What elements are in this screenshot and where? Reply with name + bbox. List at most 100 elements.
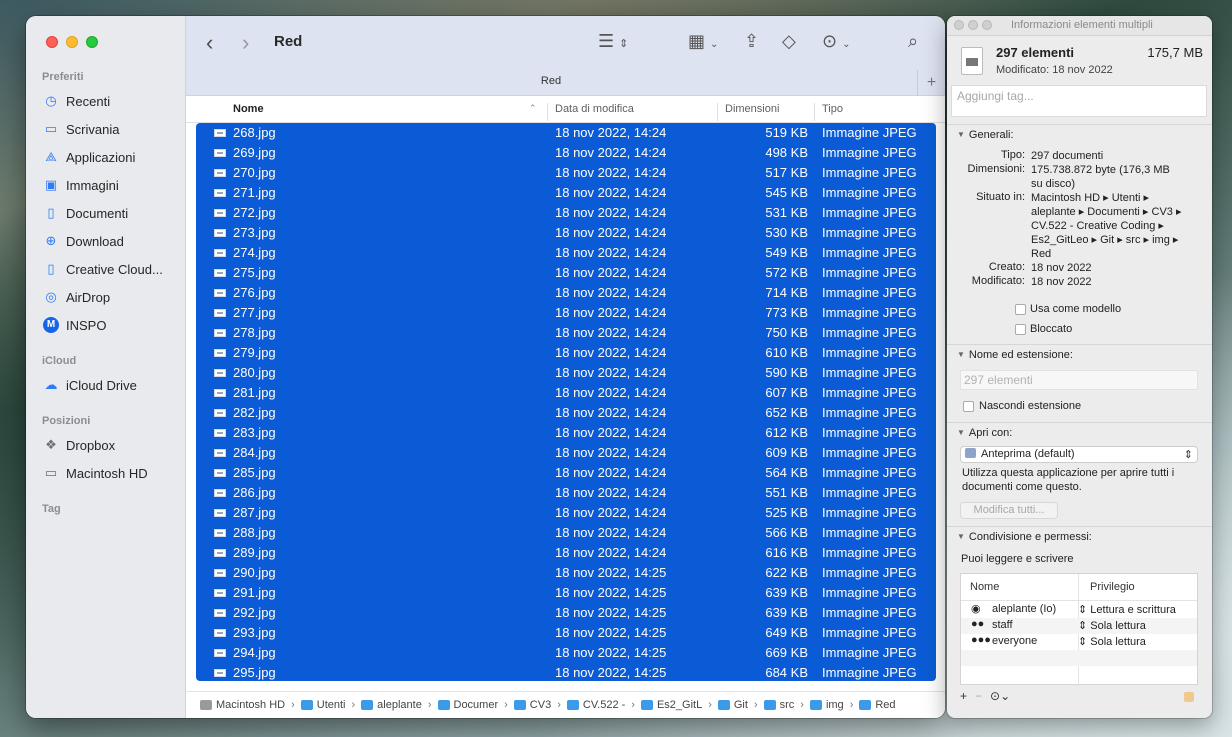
share-icon[interactable]: ⇪ — [744, 31, 759, 52]
path-segment[interactable]: CV3 — [513, 699, 552, 711]
file-row[interactable]: 294.jpg 18 nov 2022, 14:25 669 KB Immagine … — [196, 643, 936, 663]
close-button[interactable] — [954, 20, 964, 30]
name-field[interactable]: 297 elementi — [960, 370, 1198, 390]
file-row[interactable]: 288.jpg 18 nov 2022, 14:24 566 KB Immagine … — [196, 523, 936, 543]
path-label: CV3 — [529, 699, 552, 711]
path-segment[interactable]: Es2_GitL — [640, 699, 702, 711]
zoom-button[interactable] — [86, 36, 98, 48]
file-row[interactable]: 273.jpg 18 nov 2022, 14:24 530 KB Immagine … — [196, 223, 936, 243]
more-actions-icon[interactable]: ⊙ ⌄ — [822, 31, 850, 52]
file-row[interactable]: 269.jpg 18 nov 2022, 14:24 498 KB Immagine … — [196, 143, 936, 163]
sidebar-item-dropbox[interactable]: ❖ Dropbox — [42, 433, 178, 457]
file-row[interactable]: 292.jpg 18 nov 2022, 14:25 639 KB Immagine … — [196, 603, 936, 623]
path-segment[interactable]: Red — [859, 699, 896, 711]
sidebar-item-icloud-drive[interactable]: ☁ iCloud Drive — [42, 373, 178, 397]
file-row[interactable]: 287.jpg 18 nov 2022, 14:24 525 KB Immagine … — [196, 503, 936, 523]
sidebar-item-scrivania[interactable]: ▭ Scrivania — [42, 117, 178, 141]
path-segment[interactable]: Documer — [437, 699, 498, 711]
forward-button[interactable]: › — [242, 30, 249, 56]
file-row[interactable]: 275.jpg 18 nov 2022, 14:24 572 KB Immagine … — [196, 263, 936, 283]
file-row[interactable]: 279.jpg 18 nov 2022, 14:24 610 KB Immagine … — [196, 343, 936, 363]
permission-row[interactable]: ◉ aleplante (Io) ⇕ Lettura e scrittura — [961, 602, 1197, 618]
new-tab-button[interactable]: + — [917, 70, 945, 96]
permission-select[interactable]: ⇕ Sola lettura — [1078, 635, 1146, 648]
path-segment[interactable]: Utenti — [300, 699, 346, 711]
group-grid-icon[interactable]: ▦ ⌄ — [688, 31, 718, 52]
sharing-section-title[interactable]: ▼ Condivisione e permessi: — [957, 531, 1092, 543]
file-row[interactable]: 271.jpg 18 nov 2022, 14:24 545 KB Immagine … — [196, 183, 936, 203]
sidebar-item-applicazioni[interactable]: ⟁ Applicazioni — [42, 145, 178, 169]
sidebar-item-immagini[interactable]: ▣ Immagini — [42, 173, 178, 197]
file-row[interactable]: 289.jpg 18 nov 2022, 14:24 616 KB Immagine … — [196, 543, 936, 563]
file-name: 271.jpg — [233, 185, 276, 200]
column-privilege[interactable]: Privilegio — [1090, 581, 1135, 593]
permission-select[interactable]: ⇕ Lettura e scrittura — [1078, 603, 1176, 616]
column-type[interactable]: Tipo — [822, 103, 843, 115]
name-section-title[interactable]: ▼ Nome ed estensione: — [957, 349, 1073, 361]
hide-extension-checkbox[interactable] — [963, 401, 974, 412]
path-segment[interactable]: Macintosh HD — [200, 699, 285, 711]
permission-row[interactable]: ●● staff ⇕ Sola lettura — [961, 618, 1197, 634]
tag-icon[interactable]: ◇ — [782, 31, 796, 52]
sidebar-item-macintosh-hd[interactable]: ▭ Macintosh HD — [42, 461, 178, 485]
file-row[interactable]: 268.jpg 18 nov 2022, 14:24 519 KB Immagine … — [196, 123, 936, 143]
sidebar-item-airdrop[interactable]: ◎ AirDrop — [42, 285, 178, 309]
column-date[interactable]: Data di modifica — [555, 103, 634, 115]
file-row[interactable]: 283.jpg 18 nov 2022, 14:24 612 KB Immagine … — [196, 423, 936, 443]
general-section-title[interactable]: ▼ Generali: — [957, 129, 1014, 141]
file-row[interactable]: 280.jpg 18 nov 2022, 14:24 590 KB Immagine … — [196, 363, 936, 383]
back-button[interactable]: ‹ — [206, 30, 213, 56]
minimize-button[interactable] — [66, 36, 78, 48]
sidebar-item-documenti[interactable]: ▯ Documenti — [42, 201, 178, 225]
locked-checkbox[interactable] — [1015, 324, 1026, 335]
tags-input[interactable]: Aggiungi tag... — [951, 85, 1207, 117]
file-row[interactable]: 285.jpg 18 nov 2022, 14:24 564 KB Immagine … — [196, 463, 936, 483]
column-name[interactable]: Nome — [233, 103, 264, 115]
file-row[interactable]: 274.jpg 18 nov 2022, 14:24 549 KB Immagine … — [196, 243, 936, 263]
file-row[interactable]: 270.jpg 18 nov 2022, 14:24 517 KB Immagine … — [196, 163, 936, 183]
zoom-button[interactable] — [982, 20, 992, 30]
file-row[interactable]: 276.jpg 18 nov 2022, 14:24 714 KB Immagine … — [196, 283, 936, 303]
file-row[interactable]: 290.jpg 18 nov 2022, 14:25 622 KB Immagine … — [196, 563, 936, 583]
jpeg-file-icon — [214, 149, 226, 157]
file-row[interactable]: 291.jpg 18 nov 2022, 14:25 639 KB Immagine … — [196, 583, 936, 603]
tab-title[interactable]: Red — [186, 75, 916, 87]
path-segment[interactable]: aleplante — [361, 699, 422, 711]
path-segment[interactable]: src — [763, 699, 794, 711]
path-segment[interactable]: img — [809, 699, 844, 711]
chevron-right-icon: › — [631, 699, 635, 711]
column-name[interactable]: Nome — [970, 581, 999, 593]
file-row[interactable]: 286.jpg 18 nov 2022, 14:24 551 KB Immagine … — [196, 483, 936, 503]
sidebar-item-recenti[interactable]: ◷ Recenti — [42, 89, 178, 113]
created-key: Creato: — [988, 261, 1025, 273]
template-checkbox[interactable] — [1015, 304, 1026, 315]
view-list-icon[interactable]: ☰ ⇕ — [598, 31, 628, 52]
more-actions-icon[interactable]: ⊙⌄ — [990, 689, 1010, 703]
file-row[interactable]: 272.jpg 18 nov 2022, 14:24 531 KB Immagine … — [196, 203, 936, 223]
file-row[interactable]: 284.jpg 18 nov 2022, 14:24 609 KB Immagine … — [196, 443, 936, 463]
file-row[interactable]: 282.jpg 18 nov 2022, 14:24 652 KB Immagine … — [196, 403, 936, 423]
file-row[interactable]: 277.jpg 18 nov 2022, 14:24 773 KB Immagine … — [196, 303, 936, 323]
file-row[interactable]: 293.jpg 18 nov 2022, 14:25 649 KB Immagine … — [196, 623, 936, 643]
add-user-button[interactable]: + — [960, 689, 967, 703]
lock-icon[interactable] — [1184, 692, 1194, 702]
minimize-button[interactable] — [968, 20, 978, 30]
close-button[interactable] — [46, 36, 58, 48]
path-segment[interactable]: Git — [717, 699, 748, 711]
search-icon[interactable]: ⌕ — [908, 31, 918, 52]
sidebar-item-inspo[interactable]: M INSPO — [42, 313, 178, 337]
permission-row[interactable]: ●●● everyone ⇕ Sola lettura — [961, 634, 1197, 650]
remove-user-button[interactable]: − — [975, 689, 982, 703]
open-with-section-title[interactable]: ▼ Apri con: — [957, 427, 1012, 439]
file-row[interactable]: 278.jpg 18 nov 2022, 14:24 750 KB Immagine … — [196, 323, 936, 343]
sidebar-item-download[interactable]: ⊕ Download — [42, 229, 178, 253]
file-row[interactable]: 295.jpg 18 nov 2022, 14:25 684 KB Immagine … — [196, 663, 936, 681]
column-size[interactable]: Dimensioni — [725, 103, 779, 115]
change-all-button[interactable]: Modifica tutti... — [960, 502, 1058, 519]
path-segment[interactable]: CV.522 - — [566, 699, 625, 711]
file-row[interactable]: 281.jpg 18 nov 2022, 14:24 607 KB Immagine … — [196, 383, 936, 403]
open-with-select[interactable]: Anteprima (default) ⇕ — [960, 446, 1198, 463]
permission-select[interactable]: ⇕ Sola lettura — [1078, 619, 1146, 632]
sidebar-item-creative-cloud[interactable]: ▯ Creative Cloud... — [42, 257, 178, 281]
file-date: 18 nov 2022, 14:24 — [555, 525, 667, 540]
